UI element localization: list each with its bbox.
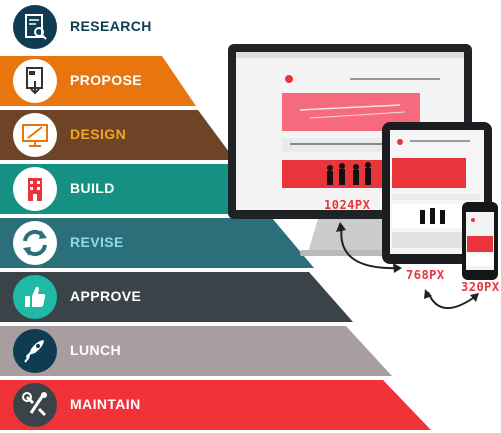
desktop-size-label: 1024PX	[324, 198, 371, 212]
step-lunch[interactable]: LUNCH	[0, 326, 400, 376]
wrench-icon	[13, 383, 57, 427]
step-research[interactable]: RESEARCH	[0, 2, 160, 52]
tablet-size-label: 768PX	[406, 268, 445, 282]
step-label-build: BUILD	[70, 180, 115, 196]
step-propose[interactable]: PROPOSE	[0, 56, 200, 106]
step-approve[interactable]: APPROVE	[0, 272, 360, 322]
step-label-lunch: LUNCH	[70, 342, 121, 358]
step-build[interactable]: BUILD	[0, 164, 280, 214]
step-bar	[0, 380, 431, 430]
step-bar	[0, 326, 392, 376]
step-label-revise: REVISE	[70, 234, 124, 250]
step-label-approve: APPROVE	[70, 288, 142, 304]
download-document-icon	[13, 59, 57, 103]
step-design[interactable]: DESIGN	[0, 110, 240, 160]
step-label-propose: PROPOSE	[70, 72, 143, 88]
document-search-icon	[13, 5, 57, 49]
step-label-research: RESEARCH	[70, 18, 152, 34]
thumbs-up-icon	[13, 275, 57, 319]
phone-size-label: 320PX	[461, 280, 500, 294]
process-steps: RESEARCH PROPOSE DESIGN BUILD REVISE APP…	[0, 0, 501, 433]
step-maintain[interactable]: MAINTAIN	[0, 380, 440, 430]
monitor-pencil-icon	[13, 113, 57, 157]
step-label-design: DESIGN	[70, 126, 127, 142]
step-revise[interactable]: REVISE	[0, 218, 320, 268]
building-icon	[13, 167, 57, 211]
step-label-maintain: MAINTAIN	[70, 396, 141, 412]
refresh-arrows-icon	[13, 221, 57, 265]
rocket-icon	[13, 329, 57, 373]
